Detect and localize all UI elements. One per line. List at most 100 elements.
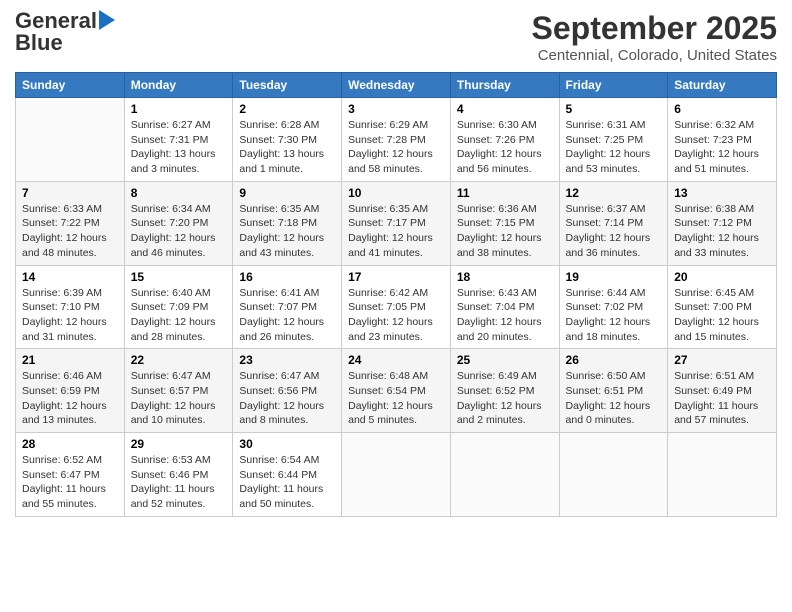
calendar-cell: 26 Sunrise: 6:50 AM Sunset: 6:51 PM Dayli…	[559, 349, 668, 433]
day-number: 23	[239, 353, 335, 367]
day-number: 20	[674, 270, 770, 284]
calendar-cell	[559, 433, 668, 517]
calendar-cell: 17Sunrise: 6:42 AM Sunset: 7:05 PM Dayli…	[342, 265, 451, 349]
weekday-header-tuesday: Tuesday	[233, 73, 342, 98]
calendar-cell: 12 Sunrise: 6:37 AM Sunset: 7:14 PM Dayli…	[559, 181, 668, 265]
calendar-week-4: 21 Sunrise: 6:46 AM Sunset: 6:59 PM Dayli…	[16, 349, 777, 433]
day-info: Sunrise: 6:27 AM Sunset: 7:31 PM Dayligh…	[131, 118, 227, 177]
day-number: 26	[566, 353, 662, 367]
day-number: 3	[348, 102, 444, 116]
day-info: Sunrise: 6:28 AM Sunset: 7:30 PM Dayligh…	[239, 118, 335, 177]
calendar-cell	[16, 98, 125, 182]
calendar-cell: 22 Sunrise: 6:47 AM Sunset: 6:57 PM Dayli…	[124, 349, 233, 433]
day-number: 22	[131, 353, 227, 367]
calendar-cell: 29 Sunrise: 6:53 AM Sunset: 6:46 PM Dayli…	[124, 433, 233, 517]
day-number: 16	[239, 270, 335, 284]
day-number: 21	[22, 353, 118, 367]
calendar-cell: 10 Sunrise: 6:35 AM Sunset: 7:17 PM Dayli…	[342, 181, 451, 265]
day-number: 27	[674, 353, 770, 367]
weekday-header-monday: Monday	[124, 73, 233, 98]
logo-text-blue: Blue	[15, 32, 63, 54]
day-number: 19	[566, 270, 662, 284]
day-number: 10	[348, 186, 444, 200]
day-number: 8	[131, 186, 227, 200]
day-number: 25	[457, 353, 553, 367]
calendar-cell	[450, 433, 559, 517]
day-number: 2	[239, 102, 335, 116]
day-info: Sunrise: 6:36 AM Sunset: 7:15 PM Dayligh…	[457, 202, 553, 261]
day-number: 28	[22, 437, 118, 451]
calendar-cell: 19 Sunrise: 6:44 AM Sunset: 7:02 PM Dayli…	[559, 265, 668, 349]
logo-arrow-icon	[99, 10, 115, 30]
day-info: Sunrise: 6:45 AM Sunset: 7:00 PM Dayligh…	[674, 286, 770, 345]
day-info: Sunrise: 6:46 AM Sunset: 6:59 PM Dayligh…	[22, 369, 118, 428]
day-info: Sunrise: 6:47 AM Sunset: 6:56 PM Dayligh…	[239, 369, 335, 428]
calendar-cell: 6 Sunrise: 6:32 AM Sunset: 7:23 PM Daylig…	[668, 98, 777, 182]
page-title: September 2025	[532, 10, 777, 47]
day-info: Sunrise: 6:48 AM Sunset: 6:54 PM Dayligh…	[348, 369, 444, 428]
day-info: Sunrise: 6:49 AM Sunset: 6:52 PM Dayligh…	[457, 369, 553, 428]
calendar-cell: 3 Sunrise: 6:29 AM Sunset: 7:28 PM Daylig…	[342, 98, 451, 182]
day-info: Sunrise: 6:35 AM Sunset: 7:17 PM Dayligh…	[348, 202, 444, 261]
calendar-week-3: 14Sunrise: 6:39 AM Sunset: 7:10 PM Dayli…	[16, 265, 777, 349]
calendar-cell: 9Sunrise: 6:35 AM Sunset: 7:18 PM Daylig…	[233, 181, 342, 265]
day-number: 29	[131, 437, 227, 451]
day-info: Sunrise: 6:53 AM Sunset: 6:46 PM Dayligh…	[131, 453, 227, 512]
day-info: Sunrise: 6:31 AM Sunset: 7:25 PM Dayligh…	[566, 118, 662, 177]
day-info: Sunrise: 6:50 AM Sunset: 6:51 PM Dayligh…	[566, 369, 662, 428]
calendar-body: 1 Sunrise: 6:27 AM Sunset: 7:31 PM Daylig…	[16, 98, 777, 517]
calendar-cell: 2 Sunrise: 6:28 AM Sunset: 7:30 PM Daylig…	[233, 98, 342, 182]
day-number: 1	[131, 102, 227, 116]
calendar-cell: 28Sunrise: 6:52 AM Sunset: 6:47 PM Dayli…	[16, 433, 125, 517]
title-block: September 2025 Centennial, Colorado, Uni…	[532, 10, 777, 64]
day-info: Sunrise: 6:32 AM Sunset: 7:23 PM Dayligh…	[674, 118, 770, 177]
calendar-cell: 24 Sunrise: 6:48 AM Sunset: 6:54 PM Dayli…	[342, 349, 451, 433]
logo-text-general: General	[15, 10, 97, 32]
day-number: 13	[674, 186, 770, 200]
day-info: Sunrise: 6:47 AM Sunset: 6:57 PM Dayligh…	[131, 369, 227, 428]
weekday-header-row: SundayMondayTuesdayWednesdayThursdayFrid…	[16, 73, 777, 98]
day-number: 30	[239, 437, 335, 451]
calendar-week-1: 1 Sunrise: 6:27 AM Sunset: 7:31 PM Daylig…	[16, 98, 777, 182]
day-number: 9	[239, 186, 335, 200]
calendar-cell: 18 Sunrise: 6:43 AM Sunset: 7:04 PM Dayli…	[450, 265, 559, 349]
day-number: 12	[566, 186, 662, 200]
calendar-table: SundayMondayTuesdayWednesdayThursdayFrid…	[15, 72, 777, 517]
day-info: Sunrise: 6:43 AM Sunset: 7:04 PM Dayligh…	[457, 286, 553, 345]
day-number: 17	[348, 270, 444, 284]
day-number: 11	[457, 186, 553, 200]
calendar-week-2: 7Sunrise: 6:33 AM Sunset: 7:22 PM Daylig…	[16, 181, 777, 265]
day-number: 15	[131, 270, 227, 284]
day-number: 18	[457, 270, 553, 284]
calendar-cell: 16Sunrise: 6:41 AM Sunset: 7:07 PM Dayli…	[233, 265, 342, 349]
calendar-header: SundayMondayTuesdayWednesdayThursdayFrid…	[16, 73, 777, 98]
day-info: Sunrise: 6:29 AM Sunset: 7:28 PM Dayligh…	[348, 118, 444, 177]
day-number: 5	[566, 102, 662, 116]
day-info: Sunrise: 6:39 AM Sunset: 7:10 PM Dayligh…	[22, 286, 118, 345]
calendar-cell	[668, 433, 777, 517]
page-subtitle: Centennial, Colorado, United States	[532, 47, 777, 64]
day-info: Sunrise: 6:44 AM Sunset: 7:02 PM Dayligh…	[566, 286, 662, 345]
day-info: Sunrise: 6:34 AM Sunset: 7:20 PM Dayligh…	[131, 202, 227, 261]
day-info: Sunrise: 6:33 AM Sunset: 7:22 PM Dayligh…	[22, 202, 118, 261]
day-number: 24	[348, 353, 444, 367]
calendar-cell: 15 Sunrise: 6:40 AM Sunset: 7:09 PM Dayli…	[124, 265, 233, 349]
calendar-cell: 1 Sunrise: 6:27 AM Sunset: 7:31 PM Daylig…	[124, 98, 233, 182]
weekday-header-wednesday: Wednesday	[342, 73, 451, 98]
day-info: Sunrise: 6:37 AM Sunset: 7:14 PM Dayligh…	[566, 202, 662, 261]
weekday-header-sunday: Sunday	[16, 73, 125, 98]
day-info: Sunrise: 6:51 AM Sunset: 6:49 PM Dayligh…	[674, 369, 770, 428]
calendar-week-5: 28Sunrise: 6:52 AM Sunset: 6:47 PM Dayli…	[16, 433, 777, 517]
day-number: 6	[674, 102, 770, 116]
day-info: Sunrise: 6:38 AM Sunset: 7:12 PM Dayligh…	[674, 202, 770, 261]
calendar-cell: 13 Sunrise: 6:38 AM Sunset: 7:12 PM Dayli…	[668, 181, 777, 265]
calendar-cell: 30Sunrise: 6:54 AM Sunset: 6:44 PM Dayli…	[233, 433, 342, 517]
weekday-header-saturday: Saturday	[668, 73, 777, 98]
calendar-cell: 14Sunrise: 6:39 AM Sunset: 7:10 PM Dayli…	[16, 265, 125, 349]
calendar-cell: 23 Sunrise: 6:47 AM Sunset: 6:56 PM Dayli…	[233, 349, 342, 433]
calendar-cell: 21 Sunrise: 6:46 AM Sunset: 6:59 PM Dayli…	[16, 349, 125, 433]
day-info: Sunrise: 6:40 AM Sunset: 7:09 PM Dayligh…	[131, 286, 227, 345]
calendar-cell: 20 Sunrise: 6:45 AM Sunset: 7:00 PM Dayli…	[668, 265, 777, 349]
calendar-cell: 4Sunrise: 6:30 AM Sunset: 7:26 PM Daylig…	[450, 98, 559, 182]
calendar-cell	[342, 433, 451, 517]
